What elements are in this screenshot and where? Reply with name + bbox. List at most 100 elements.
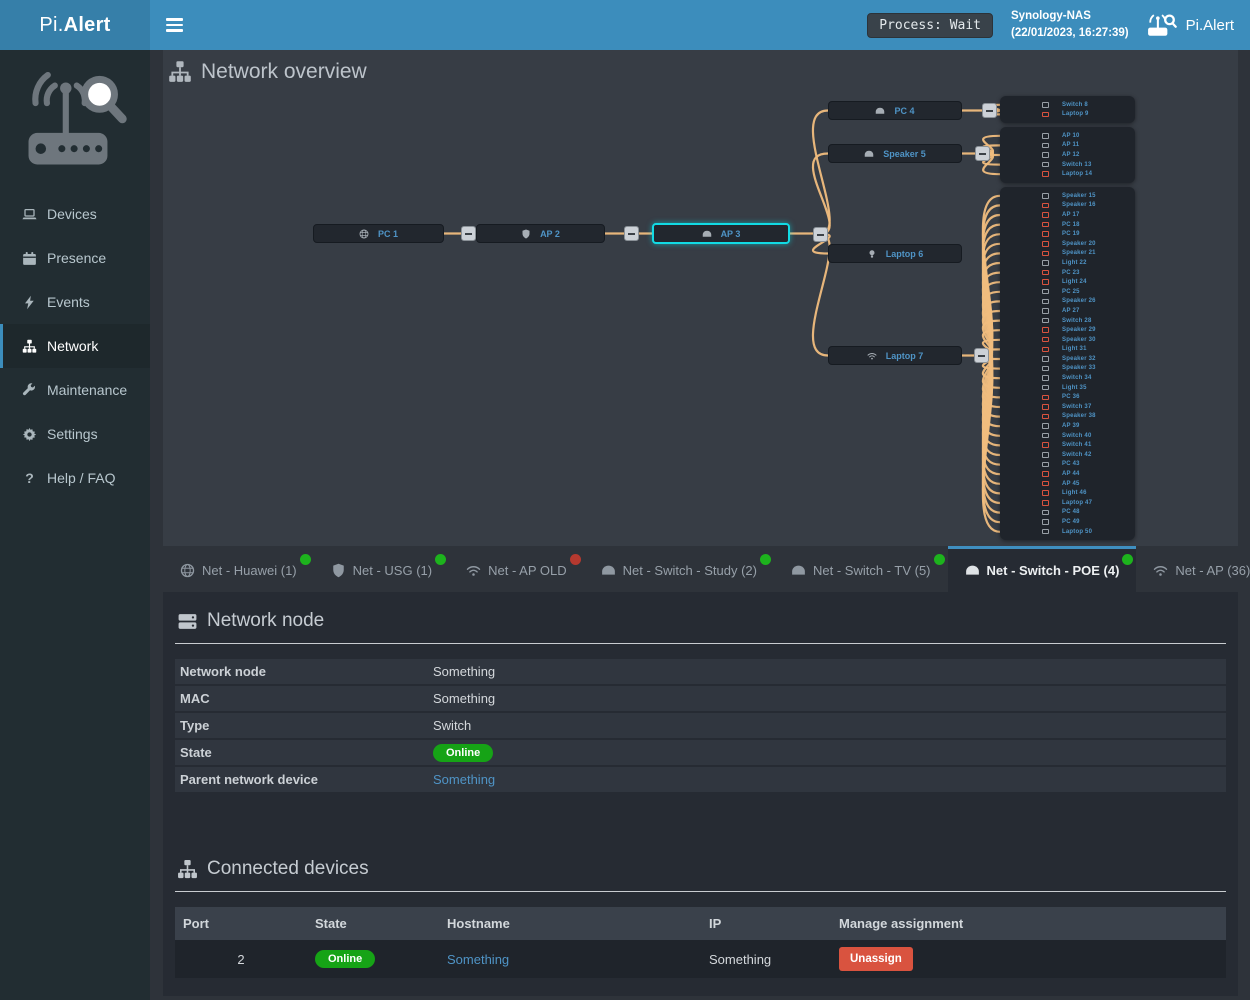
leaf-device-light-24[interactable]: Light 24 — [1000, 277, 1135, 287]
leaf-device-laptop-14[interactable]: Laptop 14 — [1000, 169, 1135, 179]
leaf-device-switch-28[interactable]: Switch 28 — [1000, 316, 1135, 326]
graph-node-laptop-7[interactable]: Laptop 7 — [828, 346, 962, 365]
sidebar-item-maintenance[interactable]: Maintenance — [0, 368, 150, 412]
tab-label: Net - AP (36) — [1175, 563, 1250, 578]
leaf-device-switch-42[interactable]: Switch 42 — [1000, 450, 1135, 460]
leaf-device-ap-39[interactable]: AP 39 — [1000, 421, 1135, 431]
tab-net-switch-study-2[interactable]: Net - Switch - Study (2) — [584, 546, 774, 592]
leaf-device-light-46[interactable]: Light 46 — [1000, 488, 1135, 498]
leaf-device-label: Switch 28 — [1062, 318, 1091, 324]
device-icon — [1042, 171, 1049, 177]
leaf-device-laptop-47[interactable]: Laptop 47 — [1000, 498, 1135, 508]
tab-net-huawei-1[interactable]: Net - Huawei (1) — [163, 546, 314, 592]
leaf-device-speaker-26[interactable]: Speaker 26 — [1000, 297, 1135, 307]
device-icon — [1042, 143, 1049, 149]
leaf-device-ap-45[interactable]: AP 45 — [1000, 479, 1135, 489]
graph-node-label: Laptop 7 — [886, 351, 924, 361]
leaf-device-ap-17[interactable]: AP 17 — [1000, 210, 1135, 220]
leaf-device-pc-18[interactable]: PC 18 — [1000, 220, 1135, 230]
hostname-link[interactable]: Something — [439, 952, 701, 967]
leaf-device-light-31[interactable]: Light 31 — [1000, 345, 1135, 355]
sidebar-item-network[interactable]: Network — [0, 324, 150, 368]
collapse-button[interactable] — [813, 227, 828, 242]
leaf-device-speaker-21[interactable]: Speaker 21 — [1000, 249, 1135, 259]
node-detail-label: Network node — [175, 664, 433, 679]
leaf-device-label: Light 35 — [1062, 385, 1087, 391]
bolt-icon — [22, 295, 37, 310]
leaf-device-label: Speaker 21 — [1062, 250, 1096, 256]
unassign-button[interactable]: Unassign — [839, 947, 913, 971]
manage-assignment-cell: Unassign — [831, 947, 1226, 971]
status-dot-green — [760, 554, 771, 565]
collapse-button[interactable] — [974, 348, 989, 363]
parent-device-link[interactable]: Something — [433, 772, 495, 787]
leaf-device-ap-12[interactable]: AP 12 — [1000, 150, 1135, 160]
leaf-device-pc-25[interactable]: PC 25 — [1000, 287, 1135, 297]
collapse-button[interactable] — [461, 226, 476, 241]
graph-node-pc-1[interactable]: PC 1 — [313, 224, 444, 243]
leaf-device-speaker-32[interactable]: Speaker 32 — [1000, 354, 1135, 364]
leaf-device-label: Speaker 20 — [1062, 241, 1096, 247]
shield-icon — [521, 229, 531, 239]
leaf-device-light-22[interactable]: Light 22 — [1000, 258, 1135, 268]
page-title: Network overview — [163, 54, 1238, 88]
leaf-device-switch-41[interactable]: Switch 41 — [1000, 440, 1135, 450]
leaf-device-switch-34[interactable]: Switch 34 — [1000, 373, 1135, 383]
tab-label: Net - Switch - Study (2) — [623, 563, 757, 578]
graph-node-laptop-6[interactable]: Laptop 6 — [828, 244, 962, 263]
leaf-device-pc-49[interactable]: PC 49 — [1000, 517, 1135, 527]
leaf-device-pc-43[interactable]: PC 43 — [1000, 460, 1135, 470]
sidebar-item-events[interactable]: Events — [0, 280, 150, 324]
tab-net-switch-tv-5[interactable]: Net - Switch - TV (5) — [774, 546, 948, 592]
leaf-device-speaker-30[interactable]: Speaker 30 — [1000, 335, 1135, 345]
leaf-device-laptop-50[interactable]: Laptop 50 — [1000, 527, 1135, 537]
leaf-device-switch-40[interactable]: Switch 40 — [1000, 431, 1135, 441]
sidebar-item-settings[interactable]: Settings — [0, 412, 150, 456]
leaf-device-speaker-29[interactable]: Speaker 29 — [1000, 325, 1135, 335]
sidebar-item-presence[interactable]: Presence — [0, 236, 150, 280]
leaf-device-speaker-38[interactable]: Speaker 38 — [1000, 412, 1135, 422]
leaf-device-label: PC 48 — [1062, 509, 1080, 515]
graph-node-pc-4[interactable]: PC 4 — [828, 101, 962, 120]
leaf-device-speaker-20[interactable]: Speaker 20 — [1000, 239, 1135, 249]
leaf-device-label: Speaker 16 — [1062, 202, 1096, 208]
sidebar-item-help-faq[interactable]: ?Help / FAQ — [0, 456, 150, 500]
graph-node-speaker-5[interactable]: Speaker 5 — [828, 144, 962, 163]
leaf-device-label: Laptop 50 — [1062, 529, 1092, 535]
graph-node-ap-2[interactable]: AP 2 — [476, 224, 605, 243]
device-icon — [1042, 442, 1049, 448]
sidebar-toggle-button[interactable] — [150, 0, 199, 50]
collapse-button[interactable] — [982, 103, 997, 118]
leaf-device-ap-27[interactable]: AP 27 — [1000, 306, 1135, 316]
leaf-device-laptop-9[interactable]: Laptop 9 — [1000, 110, 1135, 120]
leaf-device-speaker-33[interactable]: Speaker 33 — [1000, 364, 1135, 374]
device-icon — [1042, 462, 1049, 468]
tab-net-ap-old[interactable]: Net - AP OLD — [449, 546, 584, 592]
app-logo[interactable]: Pi.Alert — [0, 0, 150, 50]
leaf-device-pc-23[interactable]: PC 23 — [1000, 268, 1135, 278]
device-icon — [1042, 510, 1049, 516]
leaf-device-pc-19[interactable]: PC 19 — [1000, 229, 1135, 239]
leaf-device-speaker-16[interactable]: Speaker 16 — [1000, 201, 1135, 211]
graph-node-ap-3[interactable]: AP 3 — [652, 223, 790, 244]
leaf-device-label: PC 25 — [1062, 289, 1080, 295]
leaf-device-switch-13[interactable]: Switch 13 — [1000, 160, 1135, 170]
leaf-device-ap-10[interactable]: AP 10 — [1000, 131, 1135, 141]
leaf-device-speaker-15[interactable]: Speaker 15 — [1000, 191, 1135, 201]
leaf-device-ap-44[interactable]: AP 44 — [1000, 469, 1135, 479]
leaf-device-switch-37[interactable]: Switch 37 — [1000, 402, 1135, 412]
node-detail-row-parent-network-device: Parent network deviceSomething — [175, 767, 1226, 794]
collapse-button[interactable] — [975, 146, 990, 161]
header-brand[interactable]: Pi.Alert — [1147, 12, 1234, 38]
tab-net-ap-36[interactable]: Net - AP (36) — [1136, 546, 1250, 592]
leaf-device-ap-11[interactable]: AP 11 — [1000, 141, 1135, 151]
leaf-device-light-35[interactable]: Light 35 — [1000, 383, 1135, 393]
leaf-device-switch-8[interactable]: Switch 8 — [1000, 100, 1135, 110]
sidebar-item-devices[interactable]: Devices — [0, 192, 150, 236]
collapse-button[interactable] — [624, 226, 639, 241]
tab-net-usg-1[interactable]: Net - USG (1) — [314, 546, 449, 592]
leaf-device-pc-36[interactable]: PC 36 — [1000, 392, 1135, 402]
leaf-device-label: PC 36 — [1062, 394, 1080, 400]
leaf-device-pc-48[interactable]: PC 48 — [1000, 508, 1135, 518]
tab-net-switch-poe-4[interactable]: Net - Switch - POE (4) — [948, 546, 1137, 592]
